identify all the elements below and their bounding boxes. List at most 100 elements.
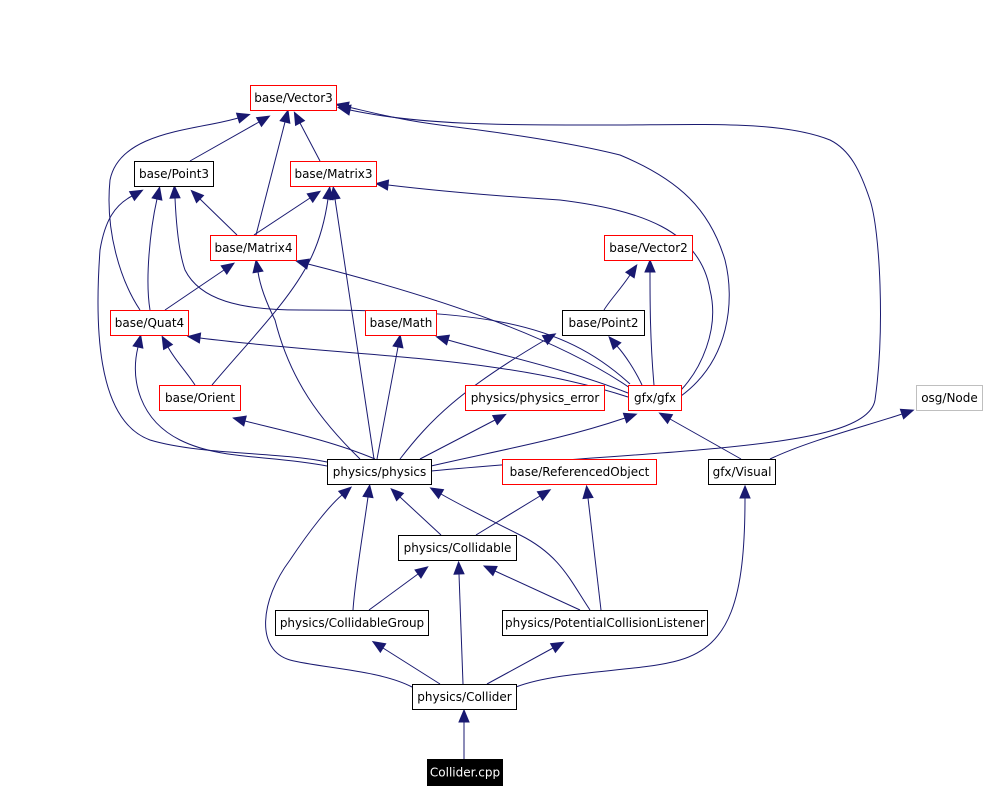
- edge-line: [399, 496, 442, 536]
- edge-collider-to-physics: [265, 486, 413, 688]
- edge-gfx-to-vector2: [644, 258, 656, 386]
- node-label: base/Point2: [568, 316, 638, 330]
- node-pcl[interactable]: physics/PotentialCollisionListener: [502, 610, 708, 636]
- node-label: physics/PotentialCollisionListener: [505, 616, 705, 630]
- node-collgroup[interactable]: physics/CollidableGroup: [275, 610, 429, 636]
- arrowhead-icon: [414, 566, 429, 579]
- arrowhead-icon: [252, 258, 264, 274]
- arrowhead-icon: [541, 333, 557, 346]
- arrowhead-icon: [337, 486, 353, 500]
- edge-line: [253, 197, 311, 236]
- include-dependency-graph: base/Vector3 base/Point3 base/Matrix3 base/…: [97, 85, 983, 786]
- edge-matrix3-to-vector3: [293, 111, 321, 162]
- edge-line: [147, 198, 158, 311]
- arrowhead-icon: [232, 415, 247, 427]
- node-label: osg/Node: [921, 391, 978, 405]
- arrowhead-icon: [169, 184, 181, 199]
- nodes-layer: base/Vector3 base/Point3 base/Matrix3 base/…: [110, 85, 983, 786]
- arrowhead-icon: [362, 483, 374, 499]
- edge-physics-to-vector3: [336, 104, 881, 472]
- arrowhead-icon: [374, 179, 390, 191]
- arrowhead-icon: [255, 115, 271, 128]
- node-label: base/ReferencedObject: [510, 465, 650, 479]
- node-visual[interactable]: gfx/Visual: [708, 459, 776, 485]
- node-label: physics/physics: [333, 465, 427, 479]
- node-collider[interactable]: physics/Collider: [412, 684, 517, 710]
- node-quat4[interactable]: base/Quat4: [110, 310, 189, 336]
- arrowhead-icon: [295, 258, 310, 270]
- edge-line: [669, 418, 742, 460]
- node-label: gfx/gfx: [634, 391, 676, 405]
- node-collidercpp[interactable]: Collider.cpp: [427, 759, 503, 786]
- arrowhead-icon: [220, 262, 236, 276]
- node-point2[interactable]: base/Point2: [562, 310, 645, 336]
- node-label: physics/physics_error: [471, 391, 600, 405]
- edge-matrix4-to-point3: [190, 189, 238, 236]
- arrowhead-icon: [392, 333, 404, 349]
- edge-matrix4-to-vector3: [255, 109, 291, 236]
- edge-line: [486, 647, 554, 685]
- arrowhead-icon: [371, 640, 387, 654]
- edge-gfx-to-matrix3: [374, 179, 714, 391]
- arrowhead-icon: [536, 489, 552, 502]
- edge-point3-to-vector3: [189, 115, 271, 162]
- node-matrix4[interactable]: base/Matrix4: [210, 235, 297, 261]
- arrowhead-icon: [482, 565, 498, 577]
- edge-line: [167, 346, 196, 386]
- node-orient[interactable]: base/Orient: [159, 385, 241, 411]
- edge-line: [349, 109, 881, 472]
- edge-line: [649, 271, 655, 386]
- arrowhead-icon: [458, 708, 470, 723]
- arrowhead-icon: [151, 186, 163, 201]
- edge-line: [616, 345, 643, 386]
- edges-layer: [97, 101, 915, 759]
- edge-line: [352, 496, 369, 611]
- arrowhead-icon: [293, 111, 306, 127]
- node-label: base/Vector2: [609, 241, 688, 255]
- arrowhead-icon: [322, 185, 334, 201]
- node-refobj[interactable]: base/ReferencedObject: [502, 459, 657, 485]
- node-label: gfx/Visual: [713, 465, 772, 479]
- node-label: physics/Collider: [417, 690, 512, 704]
- edge-line: [769, 413, 903, 460]
- arrowhead-icon: [582, 484, 594, 500]
- node-vector3[interactable]: base/Vector3: [250, 85, 337, 111]
- edge-orient-to-matrix3: [211, 185, 334, 386]
- edge-line: [387, 184, 714, 391]
- arrowhead-icon: [186, 332, 202, 344]
- edge-collgroup-to-physics: [352, 483, 374, 611]
- edge-line: [244, 420, 376, 460]
- node-gfx[interactable]: gfx/gfx: [628, 385, 682, 411]
- arrowhead-icon: [279, 109, 291, 124]
- arrowhead-icon: [453, 560, 465, 575]
- node-label: base/Orient: [165, 391, 235, 405]
- node-label: base/Matrix4: [214, 241, 292, 255]
- node-vector2[interactable]: base/Vector2: [604, 235, 693, 261]
- edge-line: [430, 417, 626, 467]
- edge-line: [515, 497, 746, 688]
- node-math[interactable]: base/Math: [365, 310, 437, 336]
- node-osgnode[interactable]: osg/Node: [916, 385, 983, 411]
- node-physics[interactable]: physics/physics: [327, 459, 432, 485]
- node-physics-error[interactable]: physics/physics_error: [465, 385, 605, 411]
- edge-line: [174, 197, 631, 385]
- edge-physics-to-gfx: [430, 412, 638, 467]
- arrowhead-icon: [739, 484, 751, 499]
- arrowhead-icon: [608, 335, 622, 351]
- node-label: base/Math: [370, 316, 433, 330]
- node-matrix3[interactable]: base/Matrix3: [290, 161, 377, 187]
- arrowhead-icon: [235, 112, 251, 124]
- edge-physics-to-math: [376, 333, 404, 460]
- node-collidable[interactable]: physics/Collidable: [398, 535, 517, 561]
- edge-line: [299, 122, 321, 162]
- edge-line: [368, 573, 419, 611]
- edge-line: [458, 573, 464, 685]
- arrowhead-icon: [429, 487, 445, 500]
- edge-line: [199, 198, 238, 236]
- edge-point2-to-vector2: [603, 263, 638, 311]
- edge-line: [164, 269, 225, 311]
- node-point3[interactable]: base/Point3: [134, 161, 214, 187]
- node-label: base/Point3: [139, 167, 209, 181]
- edge-line: [108, 117, 239, 311]
- edge-quat4-to-matrix4: [164, 262, 236, 311]
